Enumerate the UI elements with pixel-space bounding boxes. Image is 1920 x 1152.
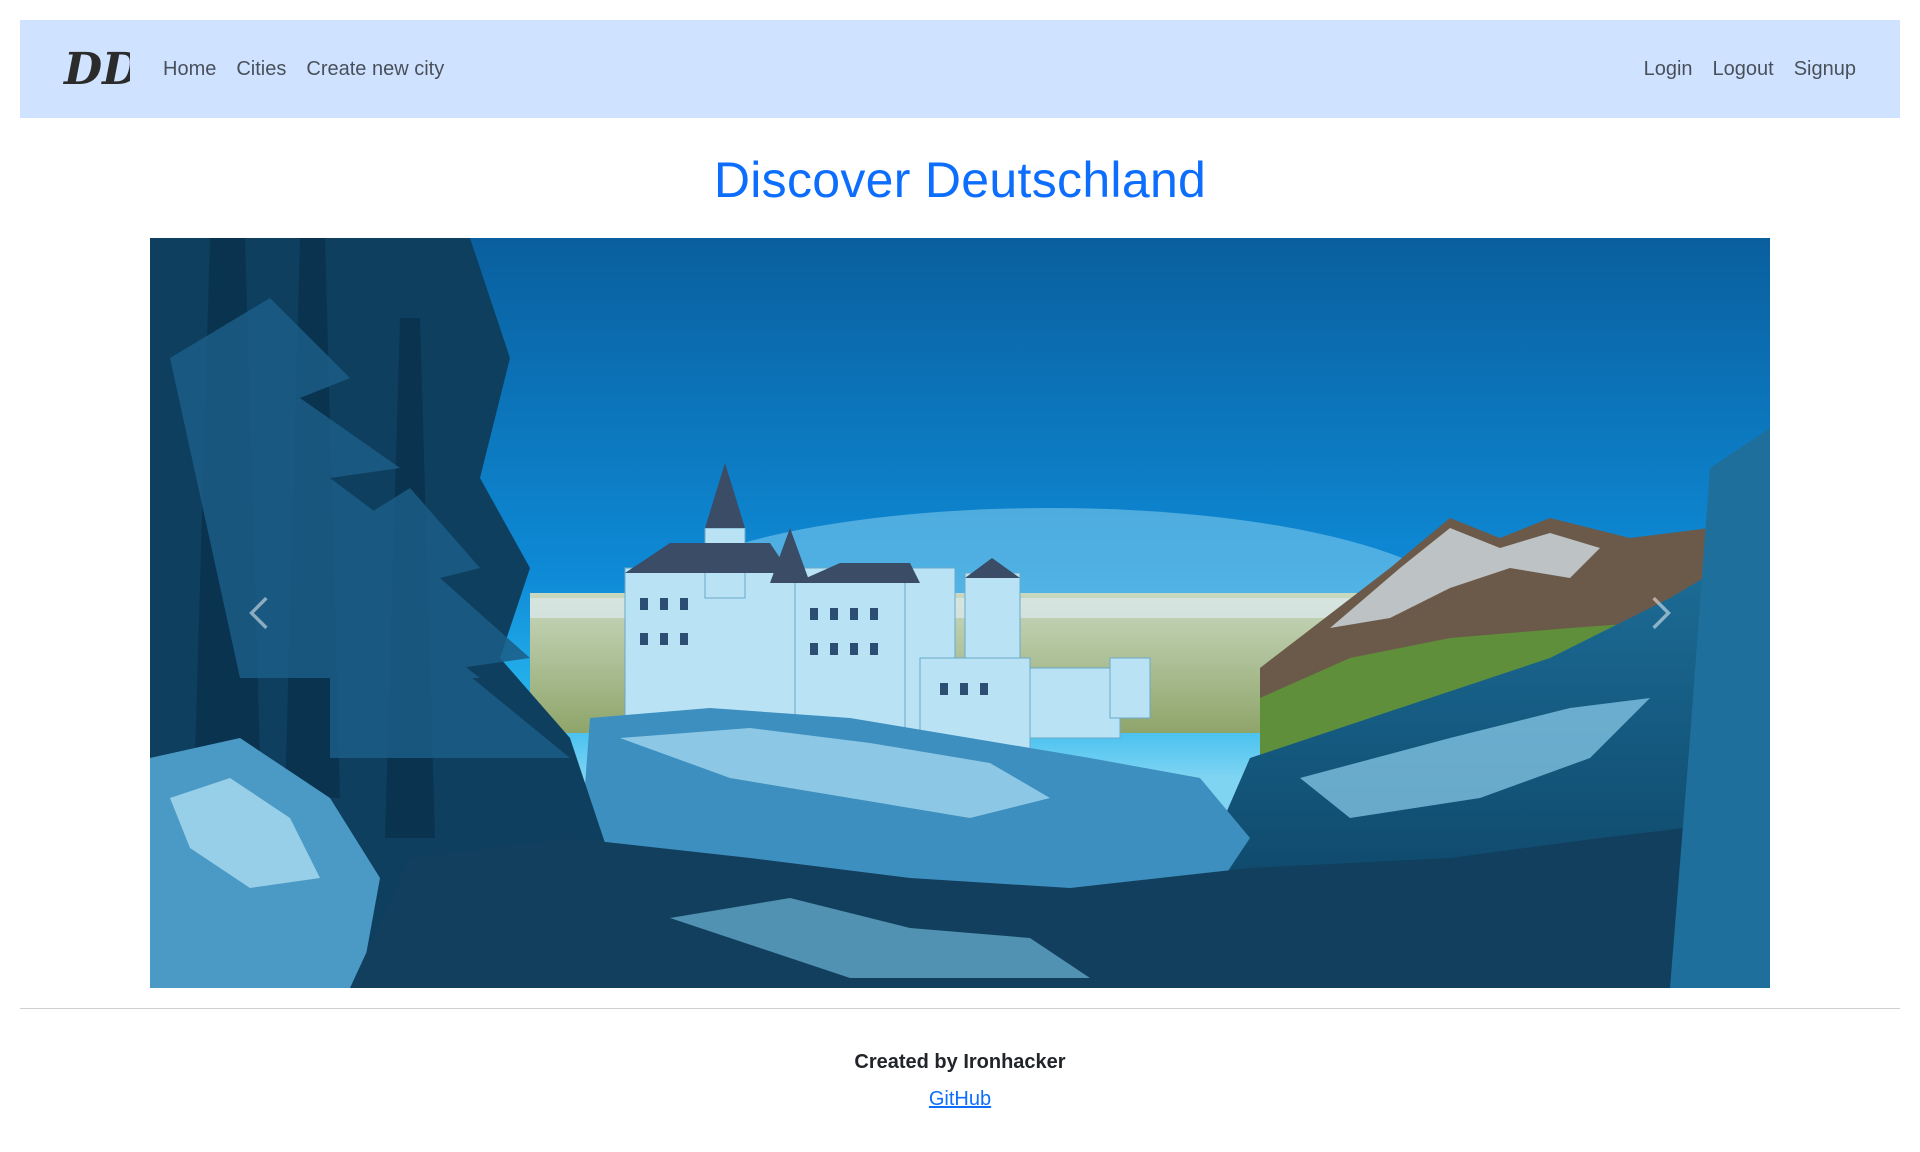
footer-credit: Created by Ironhacker bbox=[854, 1051, 1066, 1073]
footer-link-container: GitHub bbox=[0, 1085, 1920, 1113]
carousel-prev-button[interactable] bbox=[150, 238, 370, 988]
nav-link-login[interactable]: Login bbox=[1634, 20, 1703, 118]
brand-logo[interactable]: DD bbox=[62, 42, 130, 92]
page-title: Discover Deutschland bbox=[713, 152, 1207, 208]
nav-right: Login Logout Signup bbox=[1634, 20, 1866, 118]
page: DD Home Cities Create new city Login Log… bbox=[0, 0, 1920, 1152]
navbar: DD Home Cities Create new city Login Log… bbox=[20, 20, 1900, 118]
footer-divider bbox=[20, 1008, 1900, 1009]
chevron-left-icon bbox=[249, 596, 268, 630]
nav-link-cities[interactable]: Cities bbox=[226, 20, 296, 118]
image-carousel bbox=[150, 238, 1770, 988]
chevron-right-icon bbox=[1652, 596, 1671, 630]
nav-link-home[interactable]: Home bbox=[153, 20, 226, 118]
carousel-slide-image bbox=[150, 238, 1770, 988]
nav-link-create-city[interactable]: Create new city bbox=[296, 20, 454, 118]
nav-link-logout[interactable]: Logout bbox=[1703, 20, 1784, 118]
github-link[interactable]: GitHub bbox=[929, 1088, 991, 1110]
dd-logo-icon: DD bbox=[62, 44, 130, 92]
carousel-next-button[interactable] bbox=[1550, 238, 1770, 988]
nav-link-signup[interactable]: Signup bbox=[1784, 20, 1866, 118]
svg-text:DD: DD bbox=[62, 44, 130, 92]
castle-landscape-image bbox=[150, 238, 1770, 988]
nav-left: Home Cities Create new city bbox=[153, 20, 454, 118]
